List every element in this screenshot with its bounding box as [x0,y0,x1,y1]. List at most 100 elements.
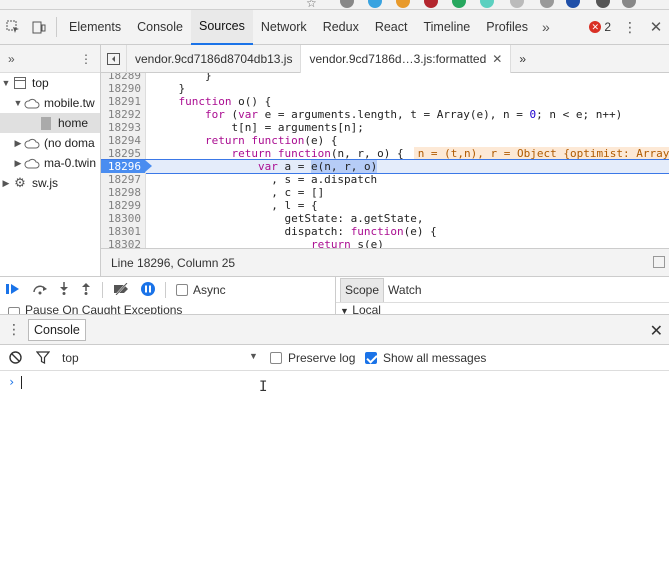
file-icon [38,116,54,130]
tree-item-home[interactable]: home [0,113,100,133]
tab-scope[interactable]: Scope [340,277,385,302]
line-number[interactable]: 18297 [101,173,146,186]
tab-console[interactable]: Console [129,10,191,45]
drawer-tab-console[interactable]: Console [28,318,86,341]
filter-icon[interactable] [35,351,51,367]
file-tab-vendor-formatted[interactable]: vendor.9cd7186d…3.js:formatted ✕ [301,44,512,73]
cloud-icon [24,156,40,170]
close-tab-icon[interactable]: ✕ [492,52,502,66]
deactivate-breakpoints-icon[interactable] [113,281,131,298]
close-drawer-icon[interactable]: ✕ [650,321,663,341]
code-line: 18301 dispatch: function(e) { [101,225,669,238]
extension-icon[interactable] [540,0,554,8]
extension-icon[interactable] [340,0,354,8]
file-tab-vendor[interactable]: vendor.9cd7186d8704db13.js [127,44,302,73]
tab-react[interactable]: React [367,10,416,45]
line-number[interactable]: 18302 [101,238,146,248]
bookmark-star-icon[interactable]: ☆ [306,0,320,10]
breakpoint-marker[interactable]: 18296 [101,160,152,173]
step-into-icon[interactable] [58,282,70,298]
pause-on-exceptions-icon[interactable] [141,281,155,299]
line-number[interactable]: 18294 [101,134,146,147]
tab-watch[interactable]: Watch [384,278,426,302]
tree-item-mobile-tw[interactable]: ▼ mobile.tw [0,93,100,113]
more-tabs-button[interactable]: » [536,19,556,35]
line-number[interactable]: 18291 [101,95,146,108]
device-toolbar-icon[interactable] [26,10,52,45]
code-line: 18293 t[n] = arguments[n]; [101,121,669,134]
cloud-icon [24,136,40,150]
line-number[interactable]: 18301 [101,225,146,238]
tab-redux[interactable]: Redux [315,10,367,45]
tree-item-ma-0[interactable]: ▶ ma-0.twin [0,153,100,173]
extension-icon[interactable] [452,0,466,8]
dropdown-arrow-icon[interactable]: ▼ [249,351,258,361]
extension-icon[interactable] [510,0,524,8]
expanded-arrow-icon[interactable]: ▼ [12,98,24,108]
resume-icon[interactable] [6,283,22,298]
line-number[interactable]: 18295 [101,147,146,160]
collapsed-arrow-icon[interactable]: ▶ [0,178,12,189]
navigator-more-button[interactable]: » [8,52,15,66]
error-count-badge[interactable]: ✕ 2 [583,20,617,34]
tree-item-top[interactable]: ▼ top [0,73,100,93]
line-number[interactable]: 18293 [101,121,146,134]
clear-console-icon[interactable] [9,351,22,367]
preserve-log-checkbox[interactable] [270,352,282,364]
toggle-navigator-icon[interactable] [101,44,127,73]
line-number[interactable]: 18300 [101,212,146,225]
line-source: function o() { [178,95,272,108]
extension-icon[interactable] [596,0,610,8]
context-selector[interactable]: top [62,351,79,365]
line-source: return s(e) [310,238,384,248]
extension-icon[interactable] [622,0,636,8]
code-view[interactable]: 18289 } 18290 } 18291 function o() { 182… [101,73,669,248]
preserve-log-option[interactable]: Preserve log [270,351,355,365]
debugger-pane: Async Pause On Caught Exceptions Scope W… [0,276,669,315]
line-number[interactable]: 18299 [101,199,146,212]
format-toggle-icon[interactable] [653,256,665,268]
line-number[interactable]: 18290 [101,82,146,95]
tree-item-no-domain[interactable]: ▶ (no doma [0,133,100,153]
drawer-menu-icon[interactable]: ⋮ [0,321,28,338]
step-over-icon[interactable] [32,283,48,298]
async-checkbox[interactable] [176,284,188,296]
collapsed-arrow-icon[interactable]: ▶ [12,158,24,169]
navigator-menu-icon[interactable]: ⋮ [80,52,92,66]
inspect-element-icon[interactable] [0,10,26,45]
expanded-arrow-icon[interactable]: ▼ [0,78,12,88]
extension-icon[interactable] [424,0,438,8]
line-number[interactable]: 18298 [101,186,146,199]
async-toggle[interactable]: Async [176,283,226,297]
tree-item-label: home [58,116,89,130]
console-toolbar: top ▼ Preserve log Show all messages [0,345,669,371]
file-tabbar: vendor.9cd7186d8704db13.js vendor.9cd718… [101,44,669,73]
tab-network[interactable]: Network [253,10,315,45]
tab-timeline[interactable]: Timeline [415,10,478,45]
line-number[interactable]: 18292 [101,108,146,121]
extension-icon[interactable] [566,0,580,8]
close-devtools-icon[interactable]: ✕ [643,10,669,45]
line-source: getState: a.getState, [152,212,424,225]
extension-icon[interactable] [368,0,382,8]
cursor-position-status: Line 18296, Column 25 [101,248,669,276]
tab-elements[interactable]: Elements [61,10,129,45]
navigator-header: » ⋮ [0,45,100,73]
show-all-messages-checkbox[interactable] [365,352,377,364]
console-prompt[interactable]: › [0,371,669,393]
tab-sources[interactable]: Sources [190,9,253,45]
show-all-messages-option[interactable]: Show all messages [365,351,486,365]
console-drawer: ⋮ Console ✕ top ▼ Preserve log Show all … [0,314,669,572]
collapsed-arrow-icon[interactable]: ▶ [12,138,24,149]
kebab-menu-icon[interactable]: ⋮ [617,10,643,45]
line-number[interactable]: 18289 [101,73,146,82]
more-file-tabs-button[interactable]: » [511,45,534,73]
extension-icon[interactable] [396,0,410,8]
file-navigator: » ⋮ ▼ top ▼ mobile.tw home ▶ (no doma ▶ … [0,45,101,276]
step-out-icon[interactable] [80,282,92,298]
cursor-position: Line 18296, Column 25 [111,255,236,270]
tree-item-label: top [32,76,49,90]
extension-icon[interactable] [480,0,494,8]
tree-item-sw-js[interactable]: ▶ ⚙ sw.js [0,173,100,193]
tab-profiles[interactable]: Profiles [478,10,536,45]
